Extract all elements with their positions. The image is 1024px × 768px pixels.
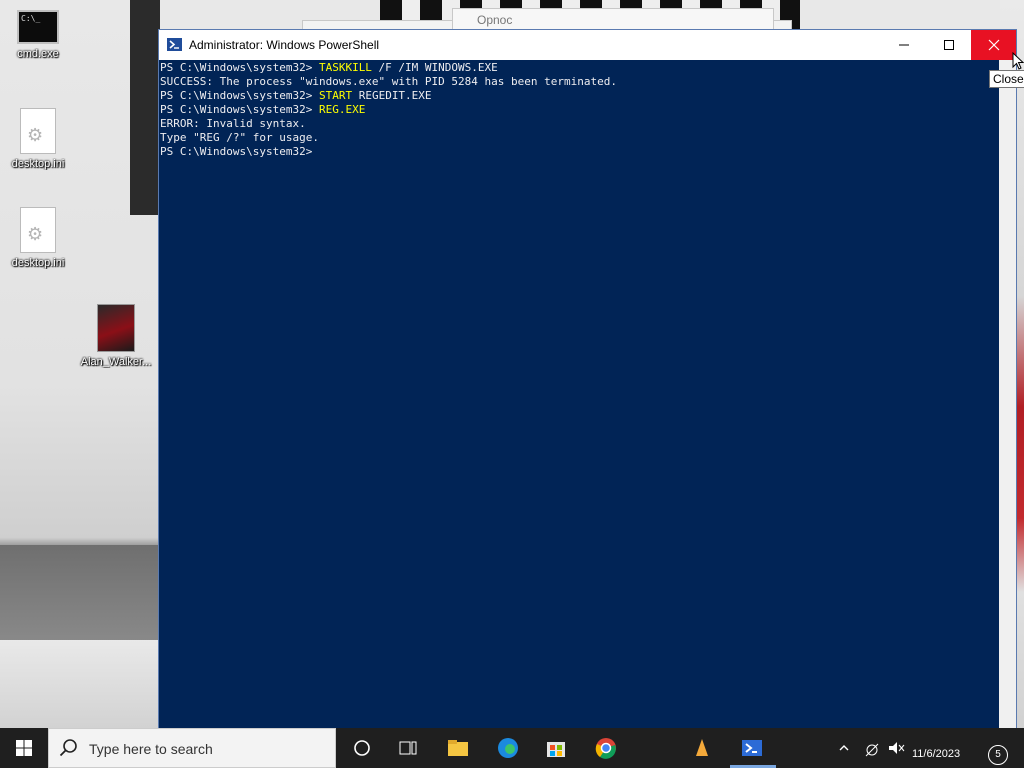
maximize-button[interactable] xyxy=(926,30,971,60)
desktop-icon-desktop-ini[interactable]: ⚙ desktop.ini xyxy=(0,207,78,269)
task-view-icon[interactable] xyxy=(396,736,420,760)
desktop-icon-label: desktop.ini xyxy=(11,257,65,269)
tray-chevron-icon[interactable] xyxy=(838,736,850,760)
prompt: PS C:\Windows\system32> xyxy=(160,89,319,102)
powershell-taskbar-icon[interactable] xyxy=(740,736,764,760)
image-file-icon xyxy=(97,304,135,352)
prompt: PS C:\Windows\system32> xyxy=(160,145,319,158)
wallpaper-detail xyxy=(0,640,160,740)
search-icon xyxy=(59,739,77,757)
prompt: PS C:\Windows\system32> xyxy=(160,103,319,116)
desktop-icon-label: cmd.exe xyxy=(17,48,59,60)
console-output[interactable]: PS C:\Windows\system32> TASKKILL /F /IM … xyxy=(159,60,999,748)
prompt: PS C:\Windows\system32> xyxy=(160,61,319,74)
mouse-cursor-icon xyxy=(1012,51,1024,75)
close-icon xyxy=(988,39,999,51)
console-line: ERROR: Invalid syntax. xyxy=(160,117,999,131)
desktop-icon-desktop-ini[interactable]: ⚙ desktop.ini xyxy=(0,108,78,170)
cmd-icon-glyph: C:\_ xyxy=(21,14,41,23)
background-window-title: Opnoc xyxy=(477,13,513,27)
taskbar: Type here to search 11/6/2023 5 xyxy=(0,728,1024,768)
console-line: Type "REG /?" for usage. xyxy=(160,131,999,145)
command-args: REGEDIT.EXE xyxy=(352,89,432,102)
command-name: START xyxy=(318,89,353,102)
command-args: /F /IM WINDOWS.EXE xyxy=(371,61,498,74)
title-bar[interactable]: Administrator: Windows PowerShell xyxy=(159,30,1016,60)
desktop-icon-cmd[interactable]: C:\_ cmd.exe xyxy=(0,10,78,60)
app-icon[interactable] xyxy=(690,736,714,760)
output-text: ERROR: Invalid syntax. xyxy=(160,117,306,130)
windows-logo-icon xyxy=(16,740,32,756)
chrome-icon[interactable] xyxy=(594,736,618,760)
powershell-icon xyxy=(167,38,182,51)
notification-badge[interactable]: 5 xyxy=(988,745,1008,765)
cmd-icon: C:\_ xyxy=(17,10,59,44)
command-name: TASKKILL xyxy=(318,61,372,74)
desktop-icon-label: Alan_Walker... xyxy=(80,356,152,368)
edge-icon[interactable] xyxy=(496,736,520,760)
file-explorer-icon[interactable] xyxy=(446,736,470,760)
close-button[interactable] xyxy=(971,30,1016,60)
desktop-icon-label: desktop.ini xyxy=(11,158,65,170)
settings-file-icon: ⚙ xyxy=(20,108,56,154)
cortana-icon[interactable] xyxy=(350,736,374,760)
desktop-icon-alan-walker[interactable]: Alan_Walker... xyxy=(76,304,156,368)
window-title: Administrator: Windows PowerShell xyxy=(189,38,380,52)
wallpaper-detail xyxy=(0,545,160,645)
search-placeholder: Type here to search xyxy=(89,741,213,757)
store-icon[interactable] xyxy=(544,736,568,760)
maximize-icon xyxy=(943,40,954,50)
tray-date[interactable]: 11/6/2023 xyxy=(912,748,960,760)
powershell-window[interactable]: Administrator: Windows PowerShell PS C:\… xyxy=(158,29,1017,749)
taskbar-search[interactable]: Type here to search xyxy=(48,728,336,768)
start-button[interactable] xyxy=(0,728,48,768)
minimize-icon xyxy=(898,44,909,46)
console-line: PS C:\Windows\system32> REG.EXE xyxy=(160,103,999,117)
output-text: SUCCESS: The process "windows.exe" with … xyxy=(160,75,617,88)
minimize-button[interactable] xyxy=(881,30,926,60)
volume-icon[interactable] xyxy=(886,736,906,760)
network-icon[interactable] xyxy=(862,736,882,760)
output-text: Type "REG /?" for usage. xyxy=(160,131,319,144)
settings-file-icon: ⚙ xyxy=(20,207,56,253)
wallpaper-detail xyxy=(130,0,160,215)
console-line: SUCCESS: The process "windows.exe" with … xyxy=(160,75,999,89)
console-line: PS C:\Windows\system32> xyxy=(160,145,999,159)
command-name: REG.EXE xyxy=(318,103,366,116)
console-line: PS C:\Windows\system32> START REGEDIT.EX… xyxy=(160,89,999,103)
vertical-scrollbar[interactable]: ▼ xyxy=(999,60,1016,748)
console-line: PS C:\Windows\system32> TASKKILL /F /IM … xyxy=(160,61,999,75)
